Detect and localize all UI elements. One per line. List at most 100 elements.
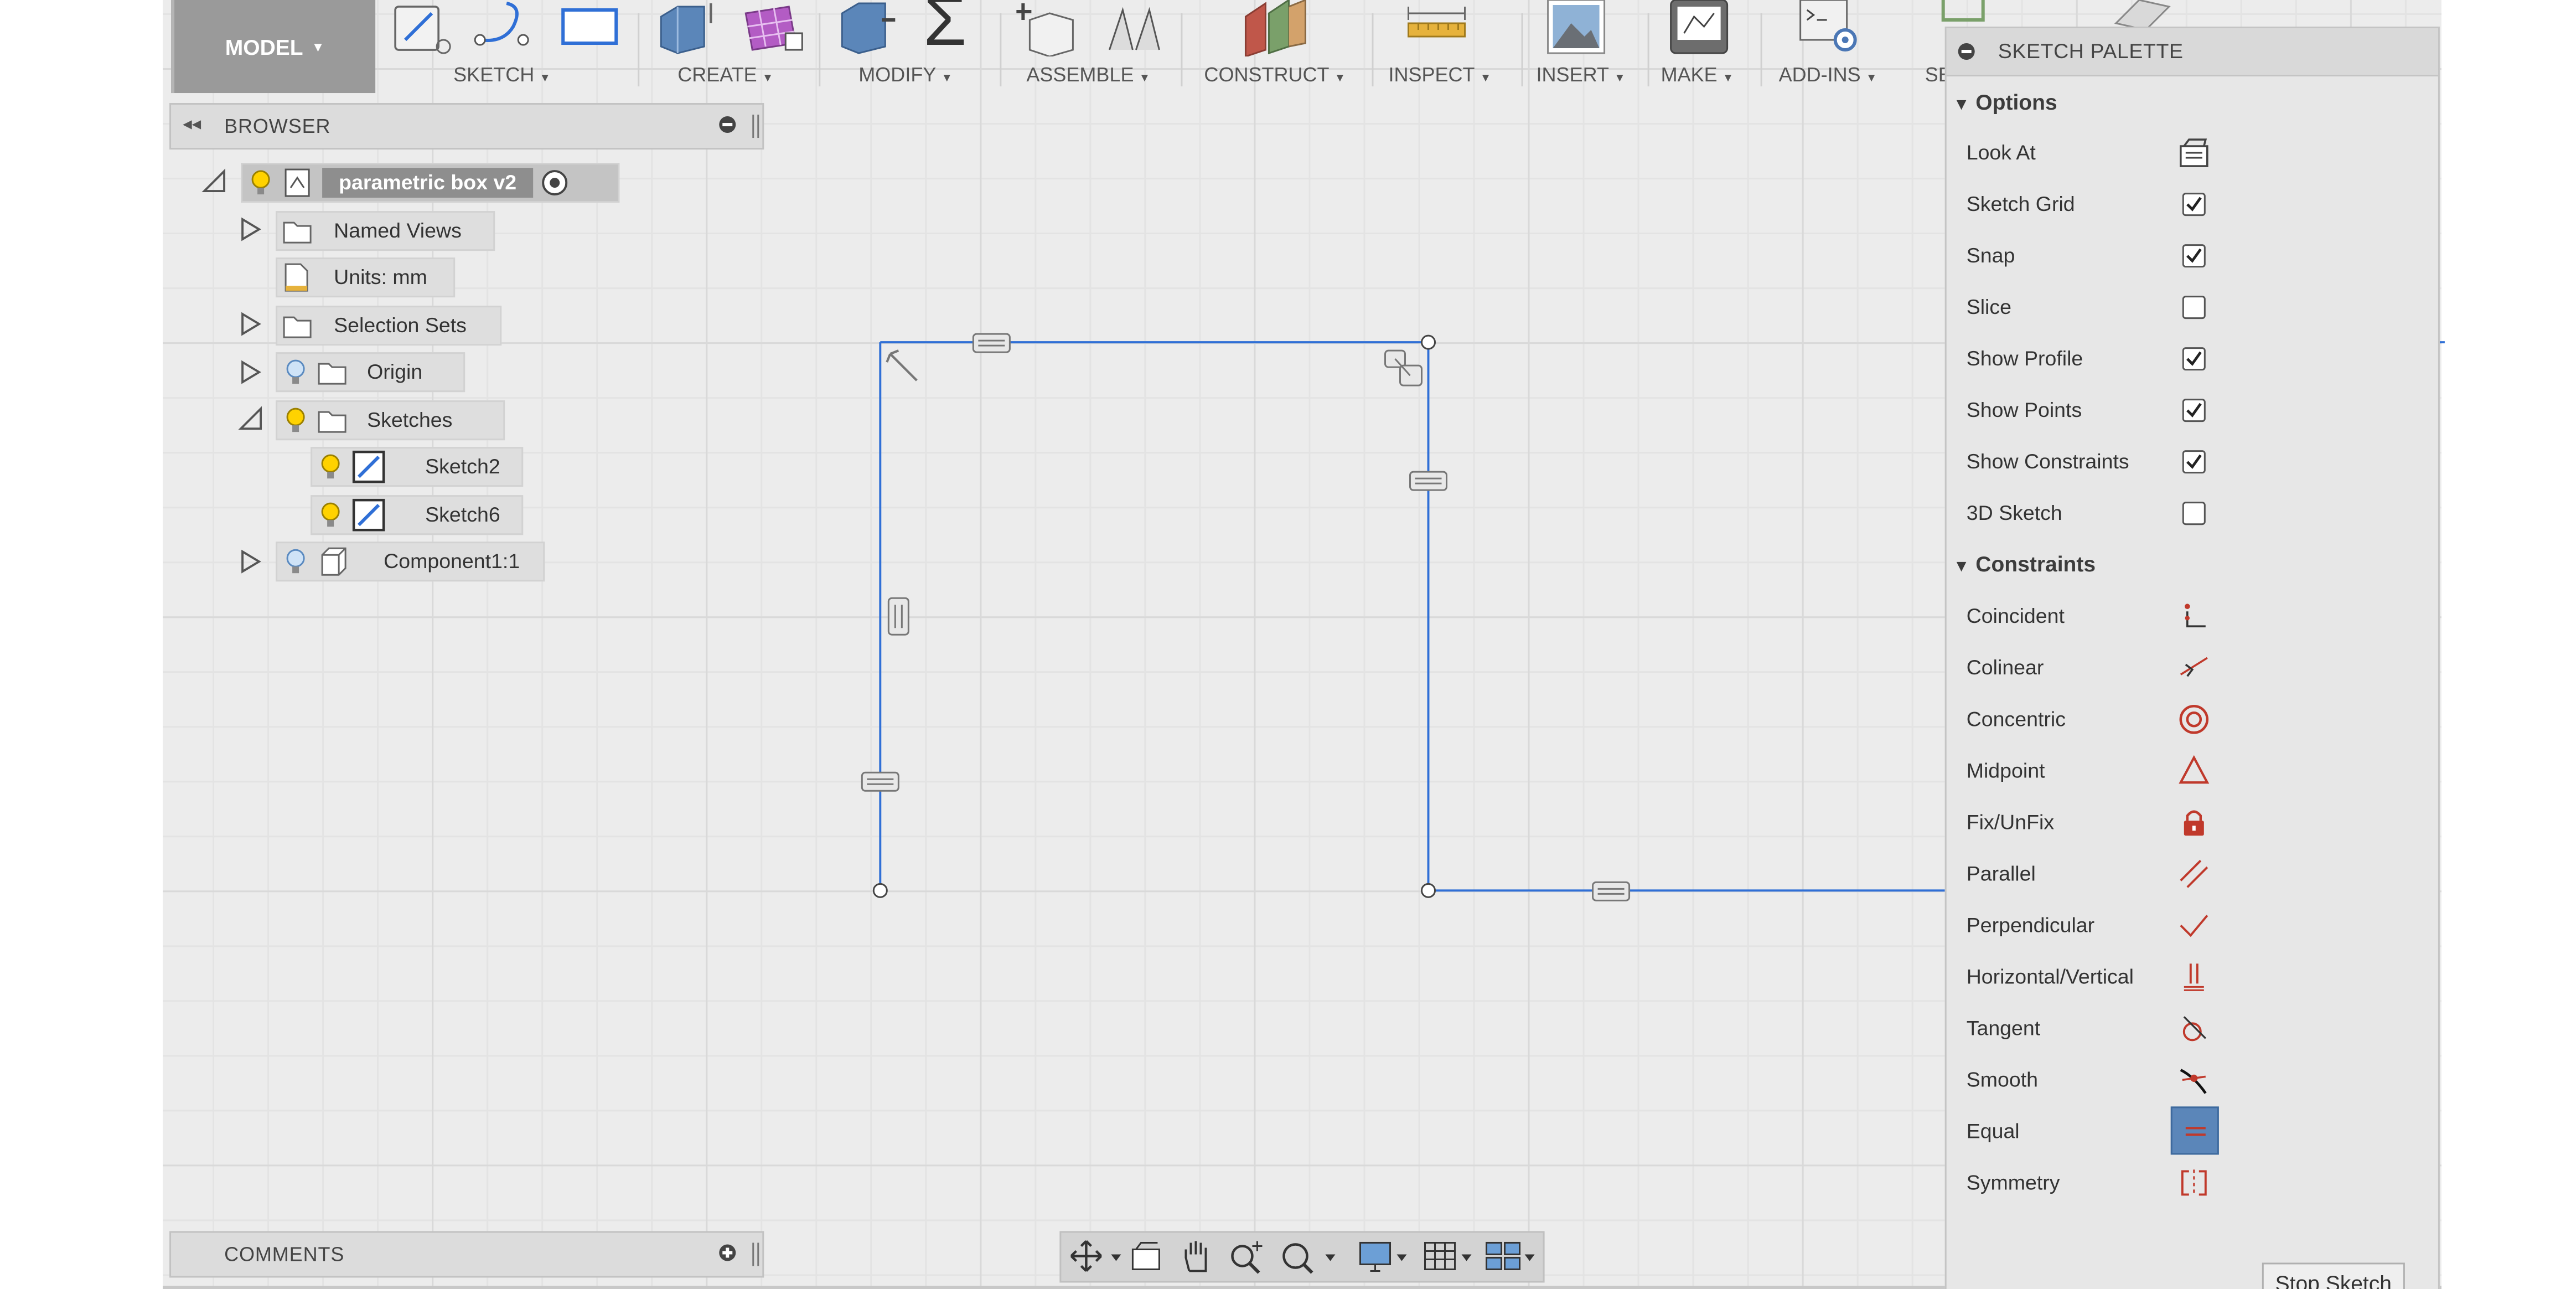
sketch-points (872, 334, 1436, 898)
collapse-triangle-icon: ▼ (1953, 558, 1970, 577)
form-icon[interactable] (739, 0, 805, 56)
equal-icon[interactable] (2170, 1106, 2219, 1155)
sketch-grid-checkbox[interactable] (2176, 186, 2212, 223)
display-settings-icon[interactable] (1357, 1238, 1416, 1274)
show-profile-checkbox[interactable] (2176, 341, 2212, 377)
scripts-addins-icon[interactable] (1797, 0, 1864, 56)
document-component-icon (285, 168, 310, 197)
visibility-bulb-icon[interactable] (312, 497, 349, 533)
extrude-icon[interactable] (654, 0, 721, 56)
press-pull-icon[interactable] (835, 0, 902, 56)
tangent-icon[interactable] (2176, 1010, 2212, 1046)
browser-item-origin[interactable]: Origin (276, 352, 465, 393)
browser-item-sketches[interactable]: Sketches (276, 400, 505, 441)
inspect-menu[interactable]: INSPECT ▼ (1389, 63, 1492, 86)
rectangle-tool-icon[interactable] (558, 0, 624, 56)
look-at-icon[interactable] (2176, 135, 2212, 171)
add-comment-icon[interactable] (719, 1244, 736, 1261)
show-constraints-checkbox[interactable] (2176, 444, 2212, 480)
new-component-icon[interactable] (1016, 0, 1083, 57)
browser-item-selection-sets[interactable]: Selection Sets (276, 306, 502, 346)
options-section-toggle[interactable]: ▼ Options (1953, 90, 2057, 115)
modify-menu[interactable]: MODIFY ▼ (858, 63, 953, 86)
3d-sketch-checkbox[interactable] (2176, 495, 2212, 532)
constraint-fix-unfix-label: Fix/UnFix (1966, 811, 2055, 834)
colinear-icon[interactable] (2176, 649, 2212, 686)
folder-icon (318, 411, 346, 433)
browser-item-sketch2[interactable]: Sketch2 (311, 447, 524, 487)
midpoint-icon[interactable] (2176, 752, 2212, 789)
slice-checkbox[interactable] (2176, 289, 2212, 326)
add-ins-menu[interactable]: ADD-INS ▼ (1779, 63, 1877, 86)
visibility-bulb-icon[interactable] (242, 164, 279, 201)
snap-checkbox[interactable] (2176, 238, 2212, 274)
concentric-icon[interactable] (2176, 701, 2212, 738)
attach-canvas-icon[interactable] (1545, 0, 1611, 56)
orbit-icon[interactable] (1068, 1238, 1124, 1274)
collapsed-triangle-icon[interactable] (239, 548, 262, 575)
equal-constraint-glyphs (861, 333, 1631, 901)
palette-minimize-icon[interactable] (1958, 43, 1975, 60)
offset-plane-icon[interactable] (1239, 0, 1312, 57)
create-sketch-icon[interactable] (389, 0, 455, 56)
symmetry-icon[interactable] (2176, 1164, 2212, 1201)
zoom-icon[interactable] (1227, 1238, 1267, 1274)
browser-item-units[interactable]: Units: mm (276, 257, 456, 298)
smooth-icon[interactable] (2176, 1061, 2212, 1098)
visibility-bulb-off-icon[interactable] (277, 543, 314, 580)
constraint-equal-label: Equal (1966, 1120, 2020, 1143)
line-tool-icon[interactable] (473, 0, 540, 56)
expanded-triangle-icon[interactable] (201, 168, 227, 194)
insert-menu[interactable]: INSERT ▼ (1537, 63, 1626, 86)
sum-parameters-icon[interactable]: Σ (923, 0, 966, 56)
palette-title: SKETCH PALETTE (1998, 40, 2184, 64)
visibility-bulb-off-icon[interactable] (277, 354, 314, 390)
sketch-point (872, 883, 888, 898)
comments-drag-handle[interactable] (752, 1242, 759, 1266)
visibility-bulb-icon[interactable] (277, 402, 314, 439)
activate-radio-icon[interactable] (536, 164, 573, 201)
pan-hand-icon[interactable] (1177, 1238, 1217, 1274)
workspace-switcher[interactable]: MODEL ▼ (171, 0, 376, 94)
make-menu[interactable]: MAKE ▼ (1661, 63, 1734, 86)
grid-settings-icon[interactable] (1420, 1238, 1480, 1274)
fix-unfix-icon[interactable] (2176, 804, 2212, 841)
show-points-checkbox[interactable] (2176, 392, 2212, 429)
perpendicular-constraint-glyph (886, 349, 918, 381)
option-slice-label: Slice (1966, 296, 2012, 319)
sketch-menu[interactable]: SKETCH ▼ (453, 63, 551, 86)
joint-icon[interactable] (1103, 0, 1169, 56)
stop-sketch-button[interactable]: Stop Sketch (2262, 1262, 2405, 1289)
expanded-triangle-icon[interactable] (237, 405, 264, 432)
look-at-nav-icon[interactable] (1127, 1238, 1167, 1274)
toolbar-divider (1647, 13, 1649, 87)
coincident-icon[interactable] (2176, 598, 2212, 635)
perpendicular-icon[interactable] (2176, 907, 2212, 943)
constraint-symmetry-label: Symmetry (1966, 1171, 2060, 1195)
collapse-browser-icon[interactable]: ◂◂ (183, 113, 201, 135)
root-label: parametric box v2 (322, 168, 534, 198)
collapsed-triangle-icon[interactable] (239, 359, 262, 385)
measure-icon[interactable] (1405, 0, 1472, 56)
folder-icon (318, 363, 346, 385)
constraints-section-toggle[interactable]: ▼ Constraints (1953, 551, 2096, 576)
parallel-icon[interactable] (2176, 855, 2212, 892)
fit-zoom-icon[interactable] (1277, 1238, 1343, 1274)
construct-menu[interactable]: CONSTRUCT ▼ (1204, 63, 1346, 86)
browser-minimize-icon[interactable] (719, 116, 736, 133)
browser-drag-handle[interactable] (752, 115, 759, 138)
browser-item-component[interactable]: Component1:1 (276, 542, 545, 582)
viewports-icon[interactable] (1483, 1238, 1543, 1274)
browser-item-named-views[interactable]: Named Views (276, 211, 495, 251)
collapsed-triangle-icon[interactable] (239, 216, 262, 243)
comments-title: COMMENTS (224, 1242, 345, 1266)
collapsed-triangle-icon[interactable] (239, 311, 262, 337)
browser-item-sketch6[interactable]: Sketch6 (311, 495, 524, 535)
horizontal-vertical-icon[interactable] (2176, 958, 2212, 995)
browser-root-row[interactable]: parametric box v2 (241, 163, 620, 203)
create-menu[interactable]: CREATE ▼ (677, 63, 773, 86)
constraint-coincident-label: Coincident (1966, 605, 2065, 628)
visibility-bulb-icon[interactable] (312, 448, 349, 485)
3d-print-icon[interactable] (1668, 0, 1734, 56)
assemble-menu[interactable]: ASSEMBLE ▼ (1026, 63, 1150, 86)
